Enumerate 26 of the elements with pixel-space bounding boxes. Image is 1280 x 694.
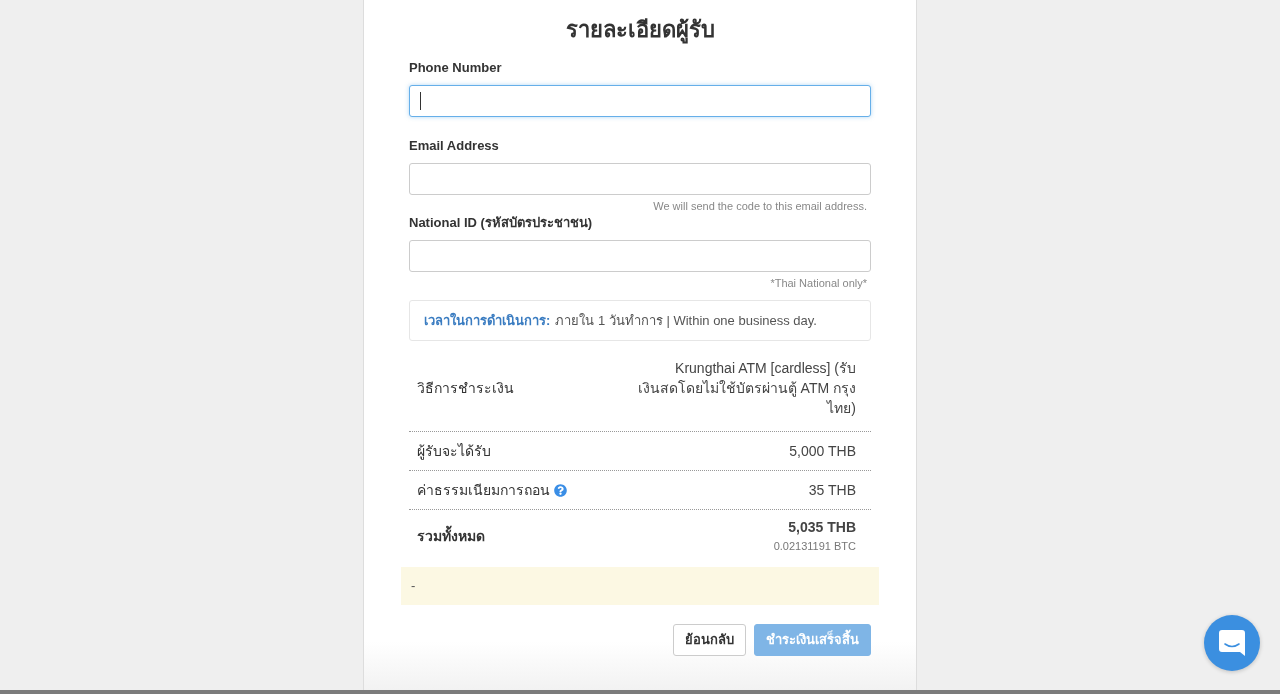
summary-label: ผู้รับจะได้รับ: [417, 442, 491, 461]
summary-label: วิธีการชำระเงิน: [417, 379, 514, 398]
field-hint: We will send the code to this email address.: [653, 200, 868, 213]
summary-value: 5,035 THB: [788, 518, 856, 537]
summary-value: 35 THB: [808, 481, 856, 500]
input-field[interactable]: [409, 163, 871, 195]
summary-subvalue: 0.02131191 BTC: [773, 539, 856, 554]
summary-label: ค่าธรรมเนียมการถอน: [417, 481, 550, 500]
field-hint: *Thai National only*: [770, 277, 868, 290]
input-field[interactable]: [409, 240, 871, 272]
back-button[interactable]: ย้อนกลับ: [673, 624, 746, 656]
form-title: รายละเอียดผู้รับ: [564, 16, 716, 46]
summary-value: 5,000 THB: [789, 442, 856, 461]
field-label: Phone Number: [409, 60, 503, 76]
field-label: Email Address: [409, 138, 500, 154]
processing-time-value: ภายใน 1 วันทำการ | Within one business day.: [555, 311, 817, 330]
text-cursor-icon: [420, 92, 421, 110]
field-label: National ID (รหัสบัตรประชาชน): [409, 215, 594, 231]
chat-bubble-icon: [1219, 630, 1245, 656]
summary-label: รวมทั้งหมด: [417, 526, 485, 546]
summary-value: Krungthai ATM [cardless] (รับเงินสดโดยไม่ใช้บัตรผ่านตู้ ATM กรุงไทย): [636, 359, 856, 418]
chat-button[interactable]: [1204, 615, 1260, 671]
processing-time-label: เวลาในการดำเนินการ:: [424, 311, 551, 330]
notice-text: -: [411, 577, 416, 596]
help-icon[interactable]: [554, 483, 567, 497]
input-field[interactable]: [409, 85, 871, 117]
